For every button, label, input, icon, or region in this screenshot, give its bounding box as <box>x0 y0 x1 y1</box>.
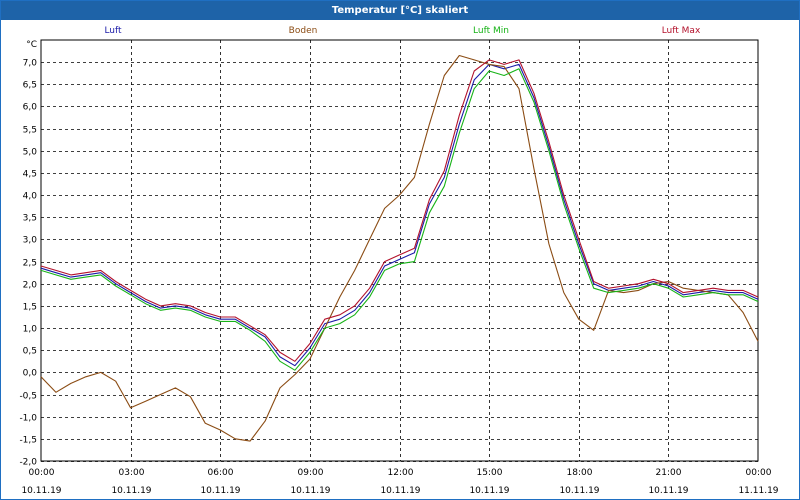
y-tick-label: 4,5 <box>23 170 37 180</box>
legend-item-luft-min: Luft Min <box>473 26 509 36</box>
y-tick-label: 0,0 <box>23 369 38 379</box>
x-tick-date: 10.11.19 <box>380 486 420 496</box>
y-tick-label: 6,5 <box>23 81 37 91</box>
y-tick-label: 3,0 <box>23 236 38 246</box>
x-tick-time: 15:00 <box>477 468 503 478</box>
x-tick-time: 00:00 <box>746 468 772 478</box>
plot-frame <box>40 39 759 462</box>
x-tick-date: 10.11.19 <box>648 486 688 496</box>
x-tick-date: 10.11.19 <box>290 486 330 496</box>
y-tick-label: 4,0 <box>23 192 38 202</box>
y-tick-label: 7,0 <box>23 59 38 69</box>
legend-item-luft-max: Luft Max <box>662 26 701 36</box>
y-tick-label: 2,0 <box>23 281 38 291</box>
grid-layer <box>40 39 759 462</box>
x-tick-date: 10.11.19 <box>469 486 509 496</box>
y-tick-label: 2,5 <box>23 259 37 269</box>
y-tick-label: -1,0 <box>19 414 37 424</box>
y-tick-label: 3,5 <box>23 214 37 224</box>
x-tick-date: 10.11.19 <box>559 486 599 496</box>
x-tick-time: 18:00 <box>567 468 593 478</box>
legend-layer: Luft Boden Luft Min Luft Max <box>104 26 701 36</box>
y-tick-label: -0,5 <box>19 392 37 402</box>
x-tick-date: 10.11.19 <box>111 486 151 496</box>
x-tick-time: 21:00 <box>656 468 682 478</box>
x-tick-time: 12:00 <box>388 468 414 478</box>
x-tick-time: 09:00 <box>298 468 324 478</box>
x-tick-date: 11.11.19 <box>738 486 778 496</box>
y-tick-label: -1,5 <box>19 436 37 446</box>
x-tick-time: 06:00 <box>208 468 234 478</box>
x-tick-time: 00:00 <box>29 468 55 478</box>
x-tick-date: 10.11.19 <box>200 486 240 496</box>
x-tick-date: 10.11.19 <box>21 486 61 496</box>
y-tick-label: 1,0 <box>23 325 38 335</box>
temperature-chart: -2,0 -1,5 -1,0 -0,5 0,0 0,5 1,0 1,5 2,0 2,5 3,0 3,5… <box>19 26 778 496</box>
y-tick-label: 1,5 <box>23 303 37 313</box>
y-tick-label: 0,5 <box>23 347 37 357</box>
legend-item-luft: Luft <box>104 26 122 36</box>
y-tick-label: 6,0 <box>23 103 38 113</box>
x-tick-time: 03:00 <box>119 468 145 478</box>
legend-item-boden: Boden <box>289 26 318 36</box>
y-tick-label: -2,0 <box>19 458 37 468</box>
y-tick-label: 5,5 <box>23 126 37 136</box>
y-tick-label: 5,0 <box>23 148 38 158</box>
y-axis-label: °C <box>26 40 37 50</box>
